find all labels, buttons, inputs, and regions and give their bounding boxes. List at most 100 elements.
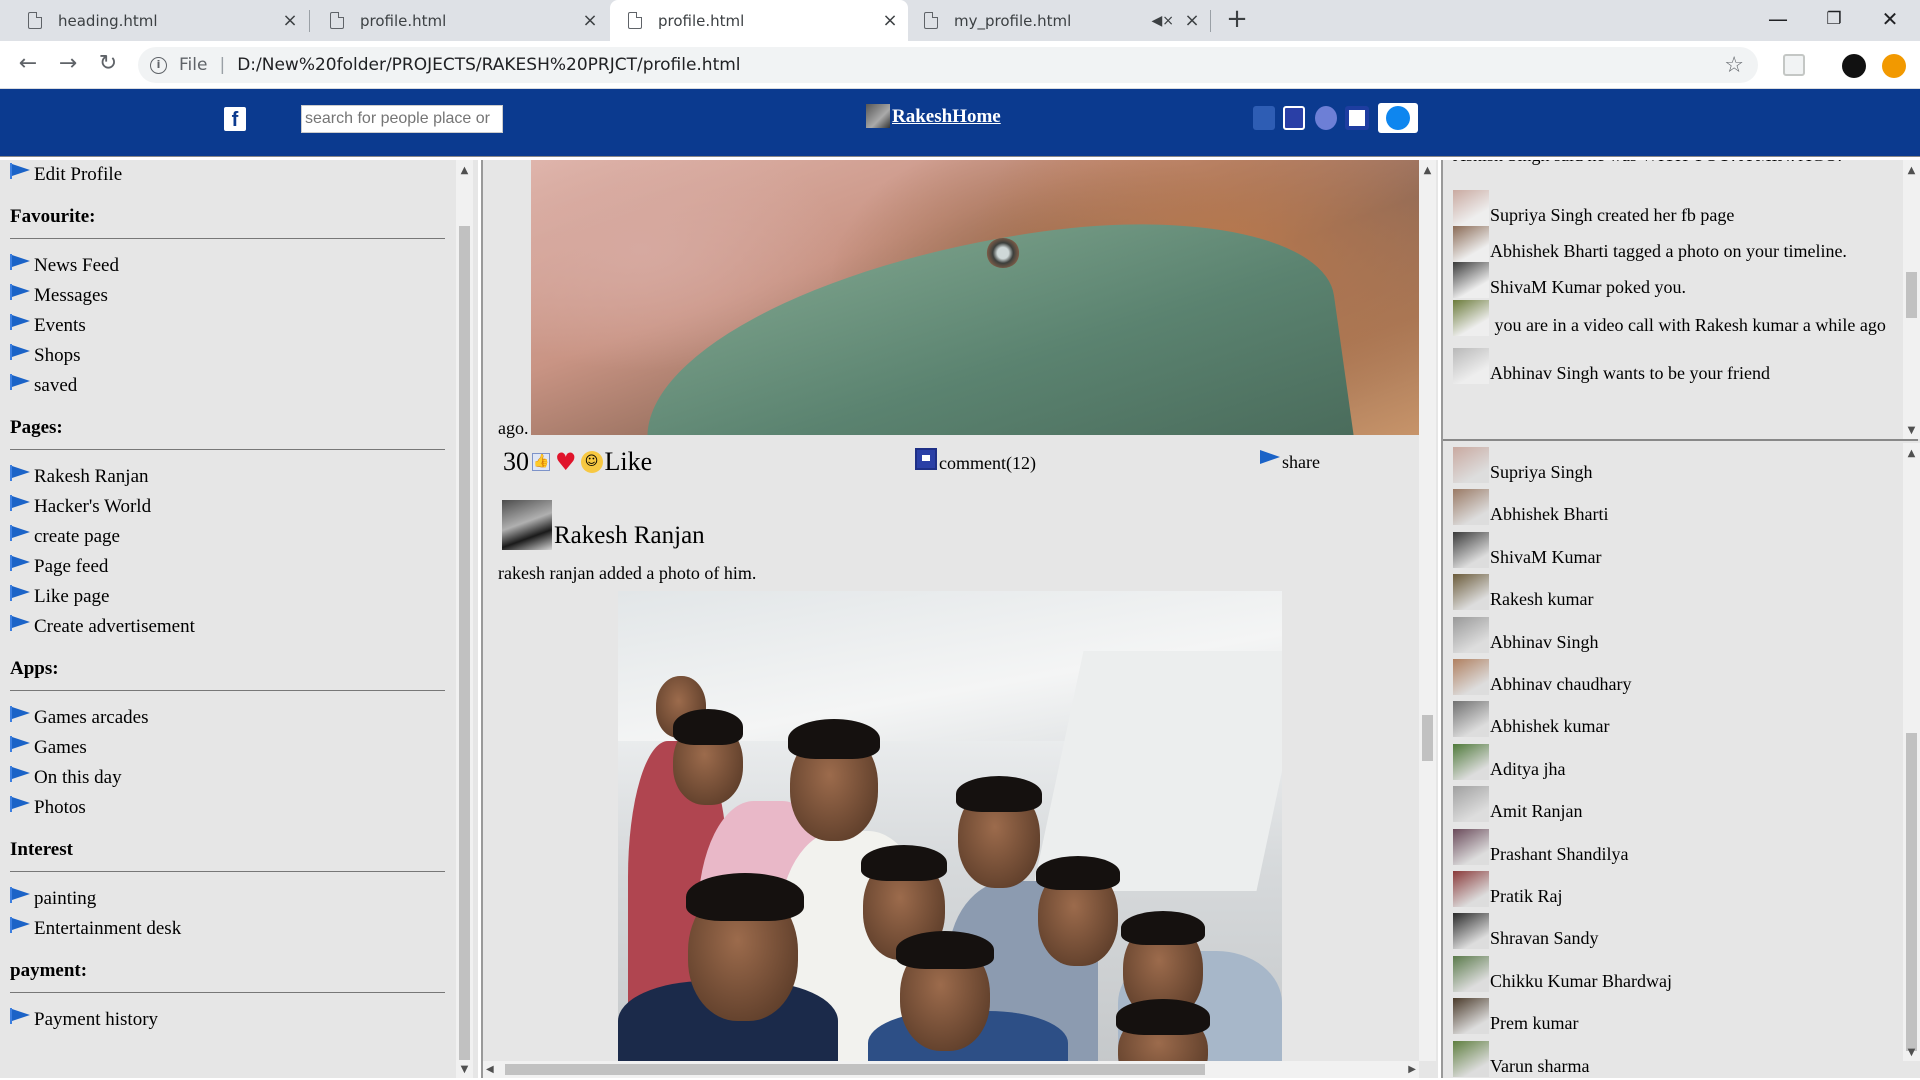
sidebar-item[interactable]: saved (10, 371, 445, 401)
friend-item[interactable]: Supriya Singh (1453, 445, 1593, 483)
avatar[interactable] (1453, 574, 1489, 611)
reload-icon[interactable]: ↻ (94, 51, 122, 79)
sidebar-item[interactable]: Rakesh Ranjan (10, 462, 445, 492)
extension-icon[interactable] (1842, 54, 1866, 78)
post-author[interactable]: Rakesh Ranjan (502, 500, 705, 550)
friend-item[interactable]: Abhinav chaudhary (1453, 657, 1631, 695)
notifications-icon[interactable] (1315, 106, 1337, 130)
close-window-icon[interactable]: ✕ (1862, 0, 1918, 41)
messenger-icon[interactable] (1378, 103, 1418, 133)
notification-item[interactable]: Abhinav Singh wants to be your friend (1453, 348, 1893, 384)
friend-requests-icon[interactable] (1253, 106, 1275, 130)
avatar[interactable] (1453, 300, 1489, 336)
friend-item[interactable]: Amit Ranjan (1453, 784, 1583, 823)
notification-item[interactable]: Supriya Singh created her fb page (1453, 190, 1893, 226)
sidebar-item[interactable]: Entertainment desk (10, 914, 445, 944)
speaker-muted-icon[interactable]: ◀× (1152, 13, 1175, 29)
friend-item[interactable]: Aditya jha (1453, 742, 1565, 780)
avatar[interactable] (1453, 348, 1489, 384)
notification-item[interactable]: Abhishek Bharti tagged a photo on your t… (1453, 226, 1893, 262)
thumbs-up-icon[interactable]: 👍 (532, 453, 550, 471)
sidebar-item[interactable]: create page (10, 522, 445, 552)
sidebar-item[interactable]: painting (10, 884, 445, 914)
avatar[interactable] (1453, 531, 1489, 568)
sidebar-item[interactable]: Photos (10, 793, 445, 823)
avatar[interactable] (1453, 913, 1489, 950)
friend-item[interactable]: Varun sharma (1453, 1039, 1589, 1077)
friends-scrollbar[interactable]: ▲ ▼ (1903, 443, 1920, 1061)
new-tab-button[interactable]: + (1222, 5, 1252, 35)
scroll-up-arrow-icon[interactable]: ▲ (1903, 445, 1920, 462)
heart-icon[interactable]: ♥ (555, 448, 577, 476)
bookmark-star-icon[interactable]: ☆ (1724, 53, 1744, 78)
avatar[interactable] (1453, 262, 1489, 298)
scrollbar-thumb[interactable] (1906, 272, 1917, 318)
tab-my-profile[interactable]: my_profile.html ◀× × (910, 0, 1210, 41)
forward-icon[interactable]: → (54, 51, 82, 79)
notifications-scrollbar[interactable]: ▲ ▼ (1903, 160, 1920, 439)
friend-item[interactable]: Chikku Kumar Bhardwaj (1453, 954, 1672, 992)
scrollbar-thumb[interactable] (1422, 715, 1433, 761)
sidebar-item[interactable]: Shops (10, 341, 445, 371)
lock-icon[interactable] (1345, 106, 1369, 130)
avatar[interactable] (1453, 616, 1489, 653)
scrollbar-thumb[interactable] (1906, 733, 1917, 1051)
sidebar-item[interactable]: Games arcades (10, 703, 445, 733)
extension-icon[interactable] (1783, 54, 1805, 76)
sidebar-item-edit-profile[interactable]: Edit Profile (10, 160, 445, 190)
tab-profile-active[interactable]: profile.html × (610, 0, 908, 41)
post-author-name[interactable]: Rakesh Ranjan (554, 522, 705, 550)
scrollbar-thumb[interactable] (505, 1064, 1205, 1075)
scroll-down-arrow-icon[interactable]: ▼ (1903, 1044, 1920, 1061)
url-text[interactable]: D:/New%20folder/PROJECTS/RAKESH%20PRJCT/… (237, 55, 740, 75)
sidebar-item[interactable]: Games (10, 733, 445, 763)
avatar[interactable] (502, 500, 552, 550)
minimize-icon[interactable]: — (1750, 0, 1806, 41)
like-button[interactable]: Like (605, 447, 653, 477)
tab-profile-1[interactable]: profile.html × (310, 0, 608, 41)
avatar[interactable] (1453, 871, 1489, 907)
avatar[interactable] (1453, 190, 1489, 226)
omnibox[interactable]: i File | D:/New%20folder/PROJECTS/RAKESH… (138, 47, 1758, 83)
avatar[interactable] (1453, 226, 1489, 262)
sidebar-item[interactable]: Messages (10, 281, 445, 311)
friend-item[interactable]: Shravan Sandy (1453, 911, 1598, 950)
scroll-right-arrow-icon[interactable]: ▶ (1408, 1061, 1416, 1078)
avatar[interactable] (1453, 828, 1489, 865)
messages-icon[interactable] (1283, 106, 1305, 130)
back-icon[interactable]: ← (14, 51, 42, 79)
friend-item[interactable]: Pratik Raj (1453, 869, 1563, 907)
notification-item[interactable]: ShivaM Kumar poked you. (1453, 262, 1893, 298)
avatar[interactable] (1453, 489, 1489, 526)
friend-item[interactable]: Rakesh kumar (1453, 572, 1593, 611)
scroll-down-arrow-icon[interactable]: ▼ (456, 1061, 473, 1078)
avatar[interactable] (1453, 743, 1489, 780)
scroll-up-arrow-icon[interactable]: ▲ (1903, 162, 1920, 179)
sidebar-item[interactable]: Like page (10, 582, 445, 612)
profile-alert-icon[interactable] (1882, 54, 1906, 78)
friend-item[interactable]: Abhishek kumar (1453, 699, 1609, 738)
sidebar-item[interactable]: Create advertisement (10, 612, 445, 642)
notification-item[interactable]: Ashish Singh said he was WITH YOU. A MIN… (1453, 160, 1893, 166)
friend-item[interactable]: Abhishek Bharti (1453, 487, 1609, 526)
avatar[interactable] (1453, 786, 1489, 823)
sidebar-item[interactable]: On this day (10, 763, 445, 793)
laugh-emoji-icon[interactable]: ☺ (580, 451, 603, 473)
avatar[interactable] (1453, 701, 1489, 738)
sidebar-item[interactable]: Page feed (10, 552, 445, 582)
tab-heading[interactable]: heading.html × (0, 0, 308, 41)
friend-item[interactable]: Prashant Shandilya (1453, 827, 1628, 865)
post-photo[interactable] (531, 160, 1421, 435)
scroll-up-arrow-icon[interactable]: ▲ (456, 162, 473, 179)
feed-horizontal-scrollbar[interactable]: ◀ ▶ (483, 1061, 1419, 1078)
info-icon[interactable]: i (150, 56, 167, 74)
close-icon[interactable]: × (1184, 11, 1200, 29)
close-icon[interactable]: × (282, 11, 298, 29)
avatar[interactable] (1453, 1040, 1489, 1077)
sidebar-item[interactable]: News Feed (10, 251, 445, 281)
scroll-up-arrow-icon[interactable]: ▲ (1419, 162, 1436, 179)
comment-button[interactable]: comment(12) (915, 448, 1036, 474)
friend-item[interactable]: Abhinav Singh (1453, 615, 1599, 653)
group-photo[interactable] (618, 591, 1282, 1078)
brand-link[interactable]: RakeshHome (866, 104, 1001, 128)
